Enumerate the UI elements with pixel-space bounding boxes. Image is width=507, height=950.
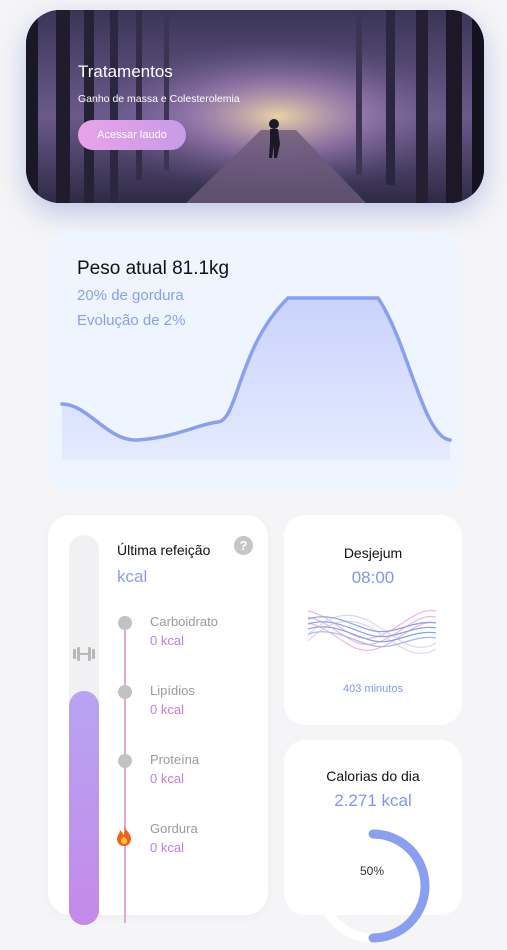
calories-percent: 50% — [359, 864, 385, 878]
meal-progress-fill — [69, 691, 99, 925]
body-fat-text: 20% de gordura — [77, 287, 184, 304]
last-meal-card[interactable]: Última refeição ? kcal Carboidrato 0 kca… — [48, 515, 268, 925]
nutrient-value-carbs: 0 kcal — [150, 633, 184, 648]
weight-card[interactable]: Peso atual 81.1kg 20% de gordura Evoluçã… — [48, 232, 462, 492]
fasting-title: Desjejum — [343, 545, 403, 561]
nutrient-value-lipids: 0 kcal — [150, 702, 184, 717]
fasting-minutes: 403 minutos — [343, 683, 403, 695]
nutrient-label-lipids: Lipídios — [150, 683, 195, 698]
calories-progress-ring — [316, 829, 430, 943]
meal-progress-track — [69, 535, 99, 925]
daily-calories-card[interactable]: Calorias do dia 2.271 kcal 50% — [284, 740, 462, 943]
banner-title: Tratamentos — [78, 62, 173, 81]
view-report-button[interactable]: Acessar laudo — [78, 120, 186, 150]
fasting-wave-graphic — [307, 609, 437, 655]
fasting-card[interactable]: Desjejum 08:00 403 minutos — [284, 515, 462, 725]
protein-dot — [118, 754, 132, 768]
lipids-dot — [118, 685, 132, 699]
nutrient-value-fat: 0 kcal — [150, 840, 184, 855]
nutrient-label-carbs: Carboidrato — [150, 614, 218, 629]
daily-calories-value: 2.271 kcal — [334, 791, 412, 810]
banner-background-image — [26, 10, 484, 203]
calories-progress-arc — [368, 829, 430, 943]
fire-icon — [117, 826, 131, 846]
carbs-dot — [118, 616, 132, 630]
nutrient-label-protein: Proteína — [150, 752, 200, 767]
fasting-time: 08:00 — [351, 568, 395, 587]
nutrient-value-protein: 0 kcal — [150, 771, 184, 786]
last-meal-title: Última refeição — [117, 542, 211, 558]
treatment-banner[interactable]: Tratamentos Ganho de massa e Colesterole… — [26, 10, 484, 203]
help-icon[interactable]: ? — [234, 536, 253, 555]
daily-calories-title: Calorias do dia — [326, 768, 420, 784]
dumbbell-icon — [73, 647, 95, 661]
nutrient-timeline — [124, 623, 126, 923]
current-weight: Peso atual 81.1kg — [77, 258, 230, 279]
nutrient-label-fat: Gordura — [150, 821, 198, 836]
meal-kcal-value: kcal — [117, 567, 148, 586]
evolution-text: Evolução de 2% — [77, 312, 186, 329]
banner-subtitle: Ganho de massa e Colesterolemia — [78, 93, 240, 105]
